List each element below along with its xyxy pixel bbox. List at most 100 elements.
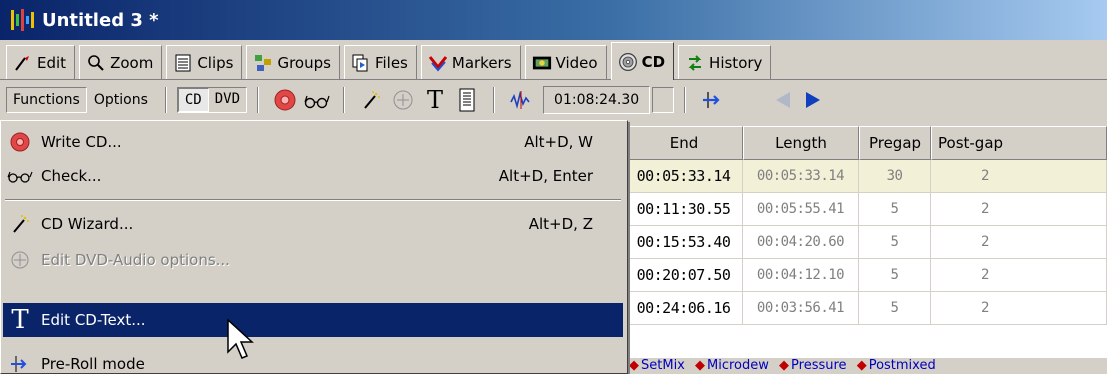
insert-track-button[interactable] <box>698 86 726 114</box>
menu-item-shortcut: Alt+D, W <box>524 133 593 151</box>
marker-label[interactable]: Postmixed <box>857 358 936 373</box>
menu-item-label: CD Wizard... <box>41 215 134 233</box>
cell-pregap: 5 <box>859 226 931 258</box>
previous-track-button[interactable] <box>768 86 796 114</box>
text-t-icon: T <box>427 86 444 114</box>
groups-icon <box>253 53 273 73</box>
toolbar-separator <box>684 87 687 113</box>
dvd-toggle-button[interactable]: DVD <box>209 88 246 112</box>
column-header-postgap[interactable]: Post-gap <box>931 126 1107 160</box>
tab-clips[interactable]: Clips <box>166 45 243 79</box>
write-cd-icon <box>274 89 296 111</box>
menu-item-pre-roll-mode[interactable]: Pre-Roll mode <box>3 347 623 374</box>
menu-item-label: Write CD... <box>41 133 122 151</box>
glasses-icon <box>3 167 37 185</box>
next-track-button[interactable] <box>800 86 828 114</box>
wand-icon <box>3 213 37 235</box>
track-table: End Length Pregap Post-gap 00:05:33.14 0… <box>625 126 1107 358</box>
text-t-icon: T <box>11 305 29 335</box>
menu-separator <box>5 199 621 201</box>
dvd-audio-icon <box>393 90 413 110</box>
menu-item-cd-wizard[interactable]: CD Wizard... Alt+D, Z <box>3 207 623 241</box>
waveform-icon <box>510 90 530 110</box>
table-row[interactable]: 00:11:30.55 00:05:55.41 5 2 <box>625 193 1107 226</box>
toolbar-separator <box>164 87 167 113</box>
menu-item-check[interactable]: Check... Alt+D, Enter <box>3 159 623 193</box>
tab-edit[interactable]: Edit <box>6 45 76 79</box>
cell-length: 00:04:12.10 <box>743 259 859 291</box>
markers-icon <box>428 53 448 73</box>
tab-label: Video <box>555 53 598 72</box>
tab-label: Files <box>374 53 408 72</box>
menu-item-shortcut: Alt+D, Enter <box>498 167 593 185</box>
table-row[interactable]: 00:24:06.16 00:03:56.41 5 2 <box>625 292 1107 325</box>
marker-label[interactable]: SetMix <box>629 358 685 373</box>
cell-pregap: 5 <box>859 292 931 324</box>
functions-menu-button[interactable]: Functions <box>6 87 87 113</box>
tab-label: CD <box>641 52 666 71</box>
tab-zoom[interactable]: Zoom <box>79 45 163 79</box>
menu-item-shortcut: Alt+D, Z <box>528 215 593 233</box>
table-row[interactable]: 00:05:33.14 00:05:33.14 30 2 <box>625 160 1107 193</box>
table-row[interactable]: 00:20:07.50 00:04:12.10 5 2 <box>625 259 1107 292</box>
edit-icon <box>13 53 33 73</box>
cd-toggle-button[interactable]: CD <box>177 88 209 112</box>
tab-label: Markers <box>451 53 512 72</box>
menu-item-edit-cd-text[interactable]: T Edit CD-Text... <box>3 303 623 337</box>
column-header-end[interactable]: End <box>625 126 743 160</box>
menu-item-edit-dvd-audio-options: Edit DVD-Audio options... <box>3 243 623 277</box>
cell-length: 00:05:33.14 <box>743 160 859 192</box>
tab-markers[interactable]: Markers <box>420 45 521 79</box>
cell-postgap: 2 <box>931 160 1107 192</box>
cell-pregap: 30 <box>859 160 931 192</box>
toolbar-separator <box>343 87 346 113</box>
pre-roll-icon <box>3 353 37 374</box>
cd-icon <box>618 52 638 72</box>
cell-postgap: 2 <box>931 226 1107 258</box>
cell-end: 00:24:06.16 <box>625 292 743 324</box>
cell-end: 00:15:53.40 <box>625 226 743 258</box>
cell-end: 00:20:07.50 <box>625 259 743 291</box>
table-row[interactable]: 00:15:53.40 00:04:20.60 5 2 <box>625 226 1107 259</box>
tab-files[interactable]: Files <box>343 45 417 79</box>
files-icon <box>351 53 371 73</box>
cell-pregap: 5 <box>859 259 931 291</box>
tab-label: Zoom <box>110 53 154 72</box>
cd-wizard-button[interactable] <box>357 86 385 114</box>
wand-icon <box>364 91 381 109</box>
check-button[interactable] <box>303 86 331 114</box>
marker-label[interactable]: Microdew <box>695 358 769 373</box>
write-cd-button[interactable] <box>271 86 299 114</box>
menu-item-label: Pre-Roll mode <box>41 355 145 373</box>
cd-text-button[interactable]: T <box>421 86 449 114</box>
window-title: Untitled 3 * <box>42 9 159 31</box>
triangle-left-icon <box>776 92 791 108</box>
markers-bar: SetMix Microdew Pressure Postmixed <box>625 358 1107 374</box>
toolbar-separator <box>257 87 260 113</box>
cd-report-button[interactable] <box>453 86 481 114</box>
track-split-button[interactable] <box>507 86 535 114</box>
cell-pregap: 5 <box>859 193 931 225</box>
clips-icon <box>173 53 193 73</box>
dvd-audio-icon <box>3 249 37 271</box>
write-cd-icon <box>3 131 37 153</box>
menu-item-label: Edit DVD-Audio options... <box>41 251 230 269</box>
options-menu-button[interactable]: Options <box>87 87 155 113</box>
tab-groups[interactable]: Groups <box>246 45 340 79</box>
tab-label: History <box>709 53 763 72</box>
tab-video[interactable]: Video <box>524 45 607 79</box>
time-spin-box[interactable] <box>652 87 675 113</box>
column-header-pregap[interactable]: Pregap <box>859 126 931 160</box>
marker-label[interactable]: Pressure <box>779 358 847 373</box>
video-icon <box>532 53 552 73</box>
table-header: End Length Pregap Post-gap <box>625 126 1107 160</box>
tab-cd[interactable]: CD <box>610 42 675 80</box>
tab-label: Groups <box>277 53 331 72</box>
tab-history[interactable]: History <box>678 45 772 79</box>
toolbar-separator <box>493 87 496 113</box>
menu-item-write-cd[interactable]: Write CD... Alt+D, W <box>3 125 623 159</box>
insert-marker-icon <box>703 92 720 108</box>
dvd-audio-button[interactable] <box>389 86 417 114</box>
column-header-length[interactable]: Length <box>743 126 859 160</box>
cell-length: 00:04:20.60 <box>743 226 859 258</box>
